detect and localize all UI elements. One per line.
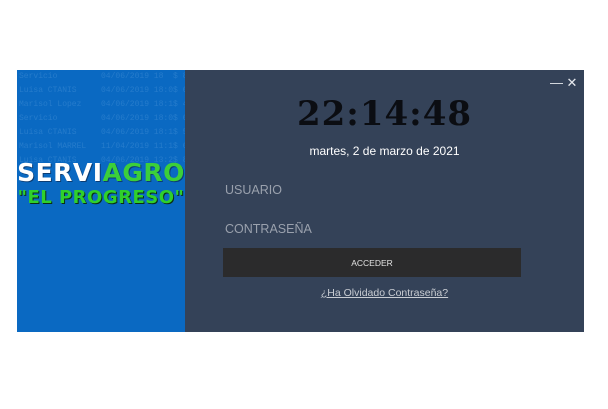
background-table-row: Marisol Lopez 04/06/2019 18:13$ 45001 (19, 98, 185, 112)
password-input[interactable] (223, 217, 523, 241)
background-table-cell: Servicio (19, 114, 58, 123)
brand-panel: Servicio 04/06/2019 18 $ 8000 Luisa CTANIS 0… (17, 70, 185, 332)
background-table-cell: $ 61500 (173, 142, 185, 151)
logo-title-part1: SERVI (17, 158, 103, 187)
close-icon[interactable]: ✕ (566, 76, 578, 90)
background-table-cell: 04/06/2019 18:00 (101, 114, 173, 123)
background-table-row: Luisa CTANIS 04/06/2019 18:00$ 62501 (19, 84, 185, 98)
window-controls: — ✕ (550, 76, 578, 90)
background-table-cell: 04/06/2019 18:13 (101, 100, 173, 109)
background-table-row: Servicio 04/06/2019 18:00$ 6500 (19, 112, 185, 126)
logo-subtitle: "EL PROGRESO" (17, 187, 185, 208)
background-table-cell: $ 52503 (173, 128, 185, 137)
background-table-cell: Luisa CTANIS (19, 128, 77, 137)
login-panel: — ✕ 22:14:48 martes, 2 de marzo de 2021 … (185, 70, 584, 332)
background-table-row: Luisa CTANIS 04/06/2019 18:15$ 52503 (19, 126, 185, 140)
background-table-cell: $ 45001 (173, 100, 185, 109)
background-table-cell: Luisa CTANIS (19, 86, 77, 95)
background-table-cell: Marisol Lopez (19, 100, 82, 109)
logo: SERVIAGRO "EL PROGRESO" (17, 158, 185, 208)
login-window: Servicio 04/06/2019 18 $ 8000 Luisa CTANIS 0… (17, 70, 584, 332)
clock-date: martes, 2 de marzo de 2021 (309, 144, 460, 158)
background-table-cell: $ 6500 (173, 114, 185, 123)
background-table-cell: $ 62501 (173, 86, 185, 95)
background-data-table: Servicio 04/06/2019 18 $ 8000 Luisa CTANIS 0… (19, 70, 185, 168)
background-table-cell: 04/06/2019 18 (101, 72, 164, 81)
background-table-cell: Marisol MARREL (19, 142, 87, 151)
background-table-cell: 04/06/2019 18:15 (101, 128, 173, 137)
background-table-cell: 04/06/2019 18:00 (101, 86, 173, 95)
background-table-row: Marisol MARREL 11/04/2019 11:15$ 61500 (19, 140, 185, 154)
logo-title: SERVIAGRO (17, 158, 185, 187)
username-input[interactable] (223, 178, 523, 202)
forgot-password-link[interactable]: ¿Ha Olvidado Contraseña? (185, 287, 584, 299)
clock-time: 22:14:48 (296, 94, 473, 134)
background-table-cell: 11/04/2019 11:15 (101, 142, 173, 151)
background-table-row: Servicio 04/06/2019 18 $ 8000 (19, 70, 185, 84)
background-table-cell: $ 8000 (173, 72, 185, 81)
login-button[interactable]: ACCEDER (223, 248, 521, 277)
background-table-cell: Servicio (19, 72, 58, 81)
logo-title-part2: AGRO (102, 158, 185, 187)
minimize-icon[interactable]: — (550, 76, 563, 90)
